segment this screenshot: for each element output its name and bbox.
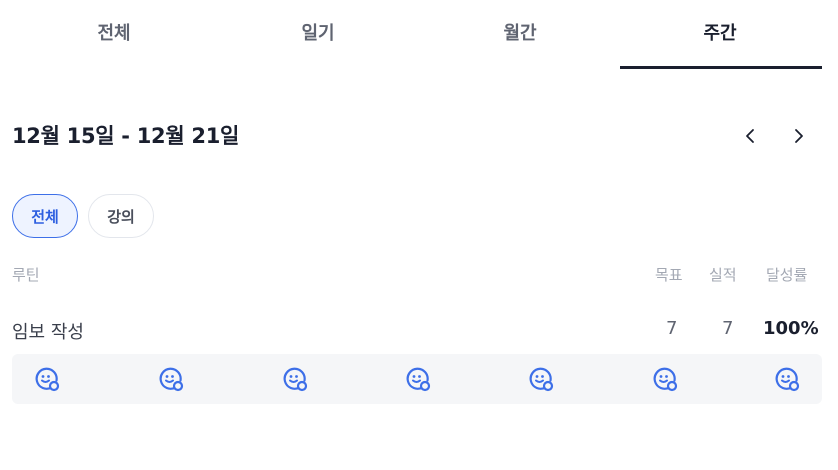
goal-value: 7 (666, 318, 678, 339)
header-actual: 실적 (709, 266, 737, 284)
tab-weekly[interactable]: 주간 (620, 0, 820, 70)
header-rate: 달성률 (766, 266, 808, 284)
routine-name: 임보 작성 (12, 322, 84, 343)
smile-check-icon[interactable] (33, 365, 61, 393)
filter-chip-lecture[interactable]: 강의 (88, 194, 154, 238)
smile-check-icon[interactable] (404, 365, 432, 393)
tab-diary[interactable]: 일기 (218, 0, 418, 70)
tab-bar: 전체 일기 월간 주간 (0, 0, 838, 70)
smile-check-icon[interactable] (651, 365, 679, 393)
chevron-right-icon (795, 129, 803, 143)
period-title: 12월 15일 - 12월 21일 (12, 124, 240, 148)
header-goal: 목표 (655, 266, 683, 284)
smile-check-icon[interactable] (157, 365, 185, 393)
smile-check-icon[interactable] (773, 365, 801, 393)
filter-chip-all[interactable]: 전체 (12, 194, 78, 238)
smile-check-icon[interactable] (281, 365, 309, 393)
tab-monthly[interactable]: 월간 (420, 0, 620, 70)
next-week-button[interactable] (787, 122, 811, 150)
smile-check-icon[interactable] (527, 365, 555, 393)
active-tab-indicator (620, 66, 822, 69)
chevron-left-icon (746, 129, 754, 143)
actual-value: 7 (722, 318, 734, 339)
rate-value: 100% (763, 318, 819, 339)
header-routine: 루틴 (12, 266, 40, 284)
prev-week-button[interactable] (738, 122, 762, 150)
tab-all[interactable]: 전체 (14, 0, 214, 70)
